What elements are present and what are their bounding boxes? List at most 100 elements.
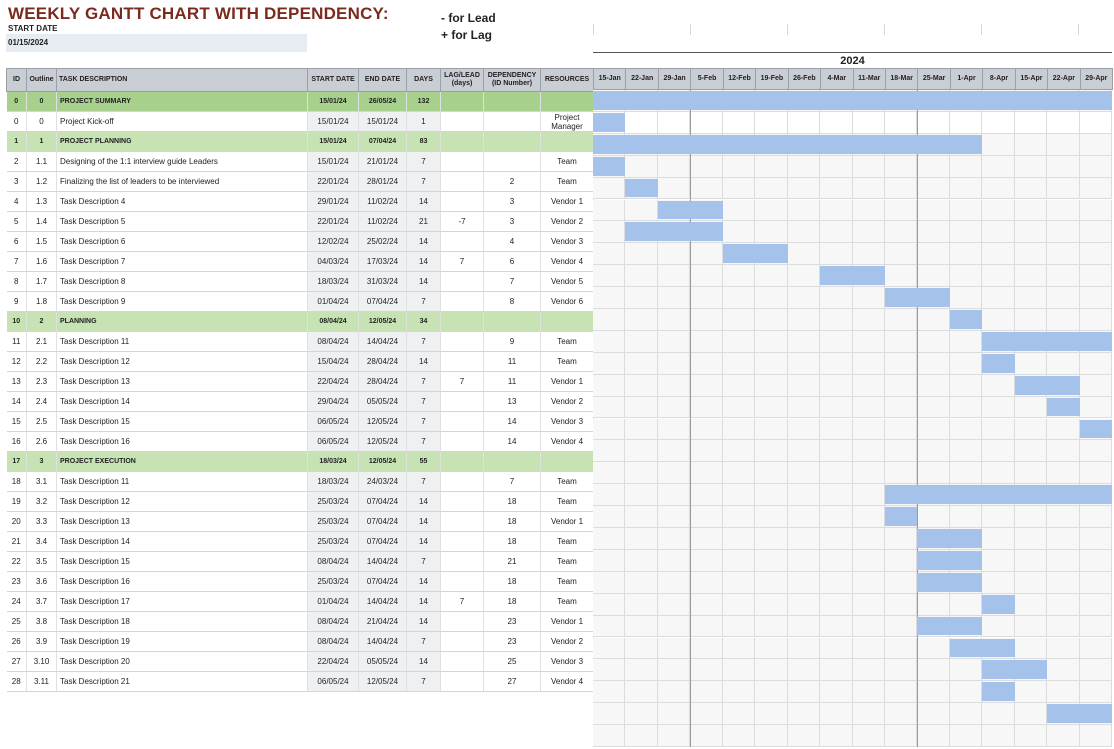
gantt-cell[interactable] xyxy=(625,155,658,178)
gantt-cell[interactable] xyxy=(949,593,983,616)
cell-days[interactable]: 21 xyxy=(406,211,441,232)
gantt-cell[interactable] xyxy=(625,703,658,726)
gantt-cell[interactable] xyxy=(884,637,918,660)
gantt-cell[interactable] xyxy=(1047,287,1080,309)
gantt-cell[interactable] xyxy=(982,221,1015,244)
cell-desc[interactable]: Task Description 14 xyxy=(56,531,308,552)
gantt-cell[interactable] xyxy=(722,615,756,638)
gantt-cell[interactable] xyxy=(1079,111,1113,134)
gantt-cell[interactable] xyxy=(593,374,626,397)
gantt-cell[interactable] xyxy=(755,593,788,616)
gantt-cell[interactable] xyxy=(820,396,853,419)
gantt-cell[interactable] xyxy=(787,462,821,485)
gantt-cell[interactable] xyxy=(690,637,723,660)
gantt-cell[interactable] xyxy=(1014,199,1048,222)
cell-res[interactable]: Team xyxy=(540,551,594,572)
gantt-cell[interactable] xyxy=(1014,506,1048,528)
gantt-cell[interactable] xyxy=(917,506,950,528)
gantt-cell[interactable] xyxy=(852,637,885,660)
gantt-cell[interactable] xyxy=(657,637,691,660)
gantt-cell[interactable] xyxy=(1047,615,1080,638)
cell-start[interactable]: 08/04/24 xyxy=(307,331,359,352)
table-row[interactable]: 14 2.4 Task Description 14 29/04/24 05/05/24… xyxy=(6,391,594,412)
gantt-cell[interactable] xyxy=(917,155,950,178)
cell-dep[interactable]: 7 xyxy=(483,471,541,492)
cell-desc[interactable]: PROJECT SUMMARY xyxy=(56,91,308,112)
cell-id[interactable]: 5 xyxy=(6,211,27,232)
cell-desc[interactable]: Task Description 19 xyxy=(56,631,308,652)
gantt-cell[interactable] xyxy=(884,199,918,222)
gantt-cell[interactable] xyxy=(787,571,821,594)
start-date-input[interactable]: 01/15/2024 xyxy=(6,34,307,52)
cell-res[interactable]: Vendor 2 xyxy=(540,391,594,412)
table-row[interactable]: 25 3.8 Task Description 18 08/04/24 21/04/24… xyxy=(6,611,594,632)
col-header-id[interactable]: ID xyxy=(6,68,27,92)
gantt-cell[interactable] xyxy=(755,462,788,485)
cell-desc[interactable]: Task Description 18 xyxy=(56,611,308,632)
cell-lag[interactable] xyxy=(440,271,484,292)
gantt-cell[interactable] xyxy=(1047,462,1080,485)
cell-dep[interactable]: 13 xyxy=(483,391,541,412)
cell-start[interactable]: 08/04/24 xyxy=(307,311,359,332)
gantt-cell[interactable] xyxy=(820,549,853,572)
gantt-cell[interactable] xyxy=(755,265,788,288)
cell-start[interactable]: 08/04/24 xyxy=(307,631,359,652)
cell-desc[interactable]: Task Description 4 xyxy=(56,191,308,212)
cell-id[interactable]: 24 xyxy=(6,591,27,612)
gantt-cell[interactable] xyxy=(690,243,723,266)
table-row[interactable]: 24 3.7 Task Description 17 01/04/24 14/04/24… xyxy=(6,591,594,612)
cell-dep[interactable]: 23 xyxy=(483,631,541,652)
gantt-cell[interactable] xyxy=(820,725,853,747)
gantt-cell[interactable] xyxy=(787,703,821,726)
gantt-cell[interactable] xyxy=(1014,243,1048,266)
cell-lag[interactable] xyxy=(440,331,484,352)
gantt-cell[interactable] xyxy=(690,549,723,572)
cell-outline[interactable]: 3.7 xyxy=(26,591,57,612)
cell-dep[interactable] xyxy=(483,311,541,332)
gantt-cell[interactable] xyxy=(722,309,756,331)
gantt-cell[interactable] xyxy=(593,330,626,353)
gantt-cell[interactable] xyxy=(625,396,658,419)
gantt-cell[interactable] xyxy=(982,440,1015,463)
gantt-cell[interactable] xyxy=(884,177,918,200)
gantt-cell[interactable] xyxy=(722,637,756,660)
gantt-cell[interactable] xyxy=(593,528,626,550)
gantt-cell[interactable] xyxy=(722,549,756,572)
cell-id[interactable]: 16 xyxy=(6,431,27,452)
cell-id[interactable]: 1 xyxy=(6,131,27,152)
cell-days[interactable]: 55 xyxy=(406,451,441,472)
cell-days[interactable]: 14 xyxy=(406,611,441,632)
cell-res[interactable]: Vendor 4 xyxy=(540,431,594,452)
gantt-bar[interactable] xyxy=(593,156,626,176)
gantt-bar[interactable] xyxy=(949,310,983,329)
cell-res[interactable]: Vendor 4 xyxy=(540,251,594,272)
gantt-cell[interactable] xyxy=(787,374,821,397)
gantt-cell[interactable] xyxy=(852,725,885,747)
cell-desc[interactable]: Task Description 15 xyxy=(56,411,308,432)
gantt-cell[interactable] xyxy=(982,243,1015,266)
gantt-cell[interactable] xyxy=(1079,528,1113,550)
gantt-cell[interactable] xyxy=(1014,462,1048,485)
gantt-cell[interactable] xyxy=(917,659,950,682)
gantt-cell[interactable] xyxy=(949,506,983,528)
gantt-cell[interactable] xyxy=(884,309,918,331)
table-row[interactable]: 18 3.1 Task Description 11 18/03/24 24/03/24… xyxy=(6,471,594,492)
cell-id[interactable]: 26 xyxy=(6,631,27,652)
cell-id[interactable]: 18 xyxy=(6,471,27,492)
gantt-cell[interactable] xyxy=(755,352,788,375)
gantt-cell[interactable] xyxy=(690,177,723,200)
cell-id[interactable]: 17 xyxy=(6,451,27,472)
gantt-cell[interactable] xyxy=(1079,462,1113,485)
gantt-cell[interactable] xyxy=(1014,528,1048,550)
cell-dep[interactable]: 27 xyxy=(483,671,541,692)
gantt-cell[interactable] xyxy=(982,177,1015,200)
table-row[interactable]: 5 1.4 Task Description 5 22/01/24 11/02/24 21… xyxy=(6,211,594,232)
gantt-bar[interactable] xyxy=(982,682,1015,702)
gantt-cell[interactable] xyxy=(1014,703,1048,726)
col-header-dep[interactable]: DEPENDENCY (ID Number) xyxy=(483,68,541,92)
gantt-cell[interactable] xyxy=(1047,177,1080,200)
table-row[interactable]: 6 1.5 Task Description 6 12/02/24 25/02/24 14… xyxy=(6,231,594,252)
cell-res[interactable]: Team xyxy=(540,151,594,172)
gantt-cell[interactable] xyxy=(949,418,983,441)
cell-start[interactable]: 18/03/24 xyxy=(307,451,359,472)
